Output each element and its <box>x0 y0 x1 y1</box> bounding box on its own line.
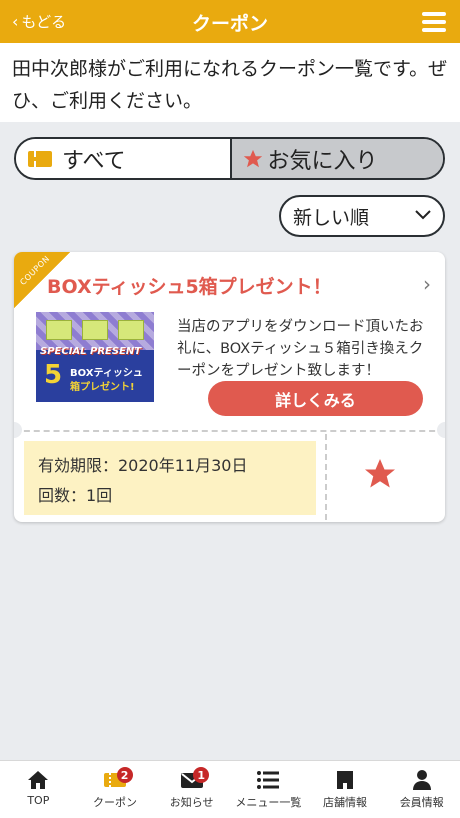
badge: 2 <box>116 767 133 783</box>
tab-all-label: すべて <box>62 148 126 174</box>
shop-icon <box>337 771 354 789</box>
promo-headline: SPECIAL PRESENT <box>40 346 142 357</box>
list-icon <box>257 771 280 789</box>
tabbar-label: お知らせ <box>169 796 214 809</box>
tabbar-item-news[interactable]: 1 お知らせ <box>153 761 230 818</box>
expiry-date: 有効期限：2020年11月30日 <box>38 456 248 475</box>
tab-favorites[interactable]: お気に入り <box>231 139 443 178</box>
tabbar-item-coupon[interactable]: 2 クーポン <box>77 761 154 818</box>
bottom-tab-bar: TOP 2 クーポン 1 お知らせ メニュー一覧 店舗情報 会員情報 <box>0 760 460 818</box>
chevron-right-icon[interactable]: › <box>423 272 431 296</box>
details-button[interactable]: 詳しくみる <box>208 381 423 416</box>
usage-count: 回数：1回 <box>38 486 113 505</box>
tear-line <box>14 430 445 432</box>
home-icon <box>28 771 49 789</box>
page-title: クーポン <box>191 13 268 35</box>
tab-favorites-label: お気に入り <box>267 148 378 174</box>
tab-all[interactable]: すべて <box>16 139 232 178</box>
chevron-down-icon <box>415 210 431 220</box>
tabbar-item-top[interactable]: TOP <box>0 761 77 818</box>
promo-product: BOXティッシュ <box>70 368 143 379</box>
tabbar-item-member[interactable]: 会員情報 <box>383 761 460 818</box>
coupon-description: 当店のアプリをダウンロード頂いたお礼に、BOXティッシュ５箱引き換えクーポンをプ… <box>177 319 424 379</box>
coupon-card[interactable]: COUPON BOXティッシュ5箱プレゼント！ › SPECIAL PRESEN… <box>14 252 445 522</box>
tabbar-label: 会員情報 <box>399 796 444 809</box>
sort-selected-value: 新しい順 <box>293 206 370 229</box>
badge: 1 <box>193 767 210 783</box>
coupon-info: 有効期限：2020年11月30日 回数：1回 <box>24 441 316 515</box>
sort-select[interactable]: 新しい順 <box>279 195 445 237</box>
tabbar-item-shop[interactable]: 店舗情報 <box>307 761 384 818</box>
promo-number: 5 <box>44 360 63 390</box>
header-bar: ‹ もどる クーポン <box>0 0 460 43</box>
tabbar-label: TOP <box>27 794 50 807</box>
tabbar-label: クーポン <box>93 796 137 809</box>
tabbar-label: 店舗情報 <box>323 796 368 809</box>
intro-text: 田中次郎様がご利用になれるクーポン一覧です。ぜひ、ご利用ください。 <box>0 43 460 122</box>
filter-tabs: すべて お気に入り <box>14 137 445 180</box>
promo-gift: 箱プレゼント! <box>70 382 135 393</box>
hamburger-menu-icon[interactable] <box>422 12 446 32</box>
coupon-image: SPECIAL PRESENT 5 BOXティッシュ 箱プレゼント! <box>36 312 154 402</box>
ticket-icon <box>28 150 52 167</box>
star-icon <box>243 149 262 167</box>
tabbar-item-menu[interactable]: メニュー一覧 <box>230 761 307 818</box>
tabbar-label: メニュー一覧 <box>235 796 302 809</box>
user-icon <box>412 770 431 790</box>
coupon-title: BOXティッシュ5箱プレゼント！ <box>47 276 332 298</box>
favorite-star-icon[interactable] <box>362 456 398 492</box>
